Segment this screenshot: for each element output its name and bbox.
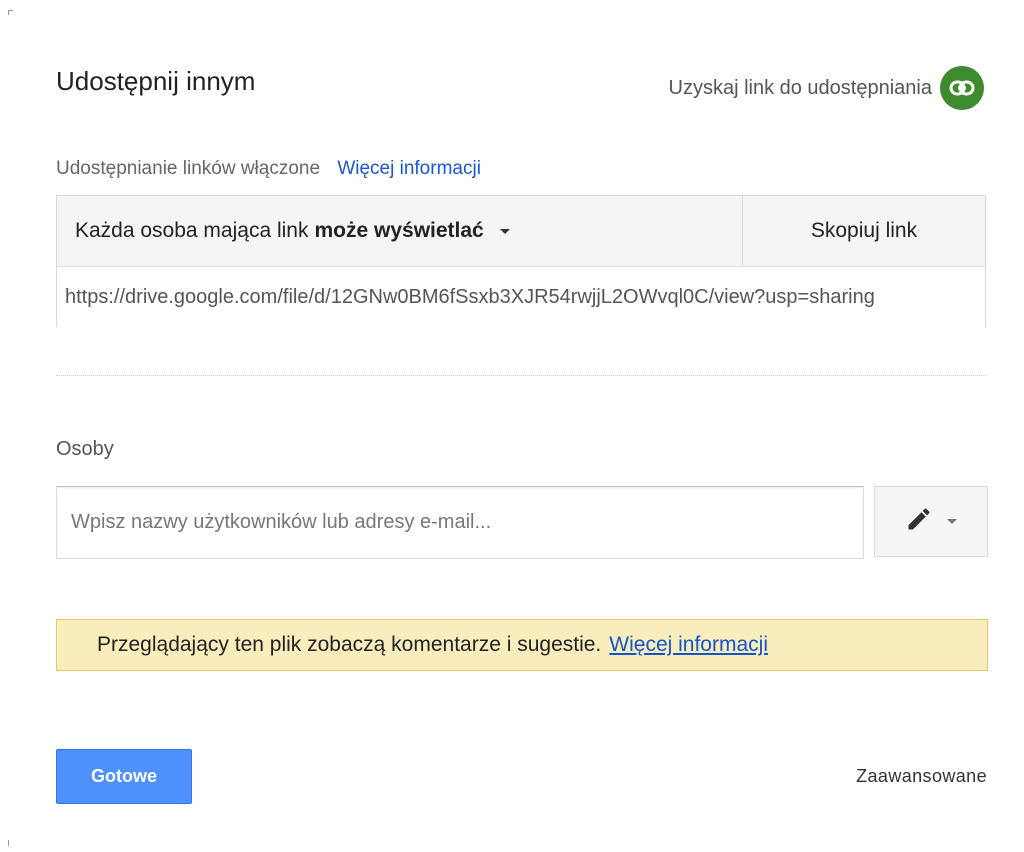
caret-down-icon <box>499 228 510 234</box>
notice-text: Przeglądający ten plik zobaczą komentarz… <box>97 633 602 656</box>
comments-notice: Przeglądający ten plik zobaczą komentarz… <box>56 619 988 671</box>
advanced-link[interactable]: Zaawansowane <box>856 766 987 787</box>
corner-mark-top <box>8 10 13 15</box>
edit-permission-button[interactable] <box>874 486 988 557</box>
copy-link-button[interactable]: Skopiuj link <box>742 196 985 266</box>
get-shareable-link-button[interactable]: Uzyskaj link do udostępniania <box>668 66 984 110</box>
permission-row: Każda osoba mająca link może wyświetlać … <box>57 196 985 267</box>
link-sharing-status-text: Udostępnianie linków włączone <box>56 158 321 179</box>
people-input[interactable] <box>56 486 864 559</box>
share-url-field[interactable] <box>57 267 985 328</box>
people-label: Osoby <box>56 438 114 460</box>
link-settings-box: Każda osoba mająca link może wyświetlać … <box>56 195 986 328</box>
dialog-title: Udostępnij innym <box>56 66 256 96</box>
more-info-link[interactable]: Więcej informacji <box>337 158 481 179</box>
section-divider <box>56 375 986 376</box>
done-button[interactable]: Gotowe <box>56 749 192 804</box>
link-icon[interactable] <box>940 66 984 110</box>
link-permission-dropdown[interactable]: Każda osoba mająca link może wyświetlać <box>57 196 742 266</box>
permission-value: może wyświetlać <box>314 219 484 242</box>
link-sharing-status: Udostępnianie linków włączone Więcej inf… <box>56 158 481 180</box>
notice-more-info-link[interactable]: Więcej informacji <box>609 633 768 657</box>
pencil-icon <box>905 505 933 538</box>
get-link-label: Uzyskaj link do udostępniania <box>668 76 933 99</box>
caret-down-icon <box>947 519 957 524</box>
corner-mark-bottom <box>8 840 13 846</box>
permission-prefix: Każda osoba mająca link <box>75 219 309 242</box>
